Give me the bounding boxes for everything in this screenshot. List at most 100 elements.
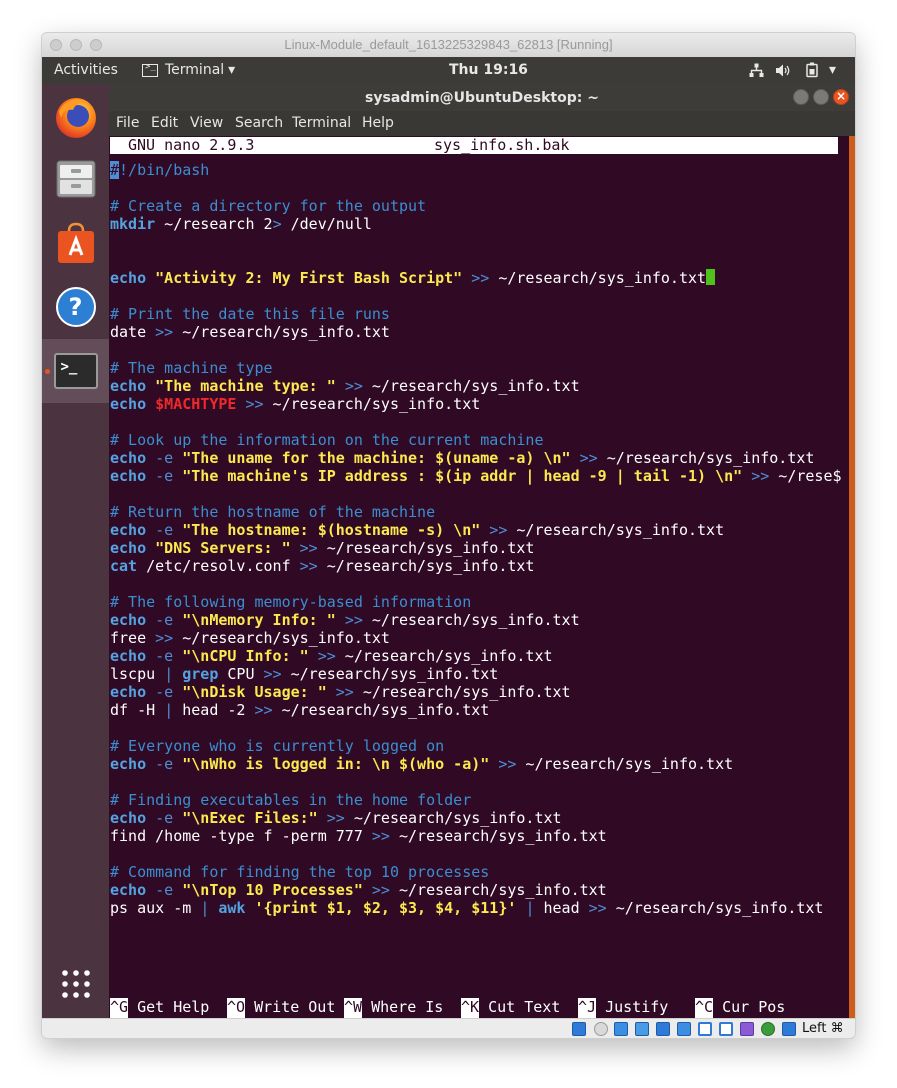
- code-line: mkdir ~/research 2> /dev/null: [110, 215, 372, 233]
- code-line: echo "The machine type: " >> ~/research/…: [110, 377, 580, 395]
- code-token: ~/research 2: [155, 215, 273, 233]
- code-token: echo: [110, 809, 147, 827]
- system-menu-icon[interactable]: [805, 62, 820, 78]
- terminal-content[interactable]: GNU nano 2.9.3 sys_info.sh.bak #!/bin/ba…: [109, 136, 855, 1018]
- network-adapter-icon[interactable]: [635, 1022, 649, 1036]
- code-token: # Look up the information on the current…: [110, 431, 544, 449]
- code-token: "\nCPU Info: ": [182, 647, 309, 665]
- code-token: >>: [326, 809, 345, 827]
- code-line: # Create a directory for the output: [110, 197, 426, 215]
- show-applications-button[interactable]: [42, 952, 109, 1016]
- menu-edit[interactable]: Edit: [151, 115, 178, 131]
- code-token: -e: [155, 647, 174, 665]
- shared-folders-icon[interactable]: [677, 1022, 691, 1036]
- code-token: ~/research/sys_info.txt: [335, 647, 553, 665]
- code-line: cat /etc/resolv.conf >> ~/research/sys_i…: [110, 557, 534, 575]
- terminal-titlebar[interactable]: sysadmin@UbuntuDesktop: ~ ×: [109, 84, 855, 111]
- code-token: "\nDisk Usage: ": [182, 683, 327, 701]
- dock-item-software[interactable]: [42, 211, 109, 275]
- dock-item-help[interactable]: ?: [42, 275, 109, 339]
- code-token: echo: [110, 539, 147, 557]
- code-token: echo: [110, 521, 147, 539]
- code-token: echo: [110, 377, 147, 395]
- code-token: -e: [155, 467, 174, 485]
- menu-file[interactable]: File: [116, 115, 139, 131]
- code-token: >>: [371, 881, 390, 899]
- minimize-icon[interactable]: [793, 89, 809, 105]
- chevron-down-icon[interactable]: ▾: [829, 62, 836, 78]
- clock[interactable]: Thu 19:16: [449, 62, 528, 78]
- maximize-icon[interactable]: [813, 89, 829, 105]
- code-token: -e: [155, 449, 174, 467]
- app-menu[interactable]: >_ Terminal ▾: [142, 62, 235, 78]
- volume-icon[interactable]: [775, 63, 792, 78]
- code-token: |: [164, 701, 174, 719]
- code-token: >>: [498, 755, 517, 773]
- code-token: ~/research/sys_info.txt: [389, 827, 607, 845]
- terminal-title: sysadmin@UbuntuDesktop: ~: [365, 90, 599, 106]
- virtualization-icon[interactable]: [740, 1022, 754, 1036]
- terminal-scrollbar[interactable]: [849, 136, 855, 1018]
- virtualbox-window: Linux-Module_default_1613225329843_62813…: [42, 33, 855, 1038]
- code-token: ~/research/sys_info.txt: [389, 881, 607, 899]
- hard-disk-icon[interactable]: [572, 1022, 586, 1036]
- menu-help[interactable]: Help: [362, 115, 394, 131]
- software-icon: [57, 222, 94, 263]
- menu-search[interactable]: Search: [235, 115, 283, 131]
- dock-item-terminal[interactable]: >_: [42, 339, 109, 403]
- code-token: "\nTop 10 Processes": [182, 881, 363, 899]
- virtualbox-statusbar: Left ⌘: [42, 1018, 855, 1038]
- code-token: head: [534, 899, 589, 917]
- network-icon[interactable]: [749, 63, 764, 78]
- code-line: echo -e "The machine's IP address : $(ip…: [110, 467, 842, 485]
- code-token: |: [200, 899, 210, 917]
- code-token: -e: [155, 881, 174, 899]
- optical-drive-icon[interactable]: [594, 1022, 608, 1036]
- code-line: echo -e "\nMemory Info: " >> ~/research/…: [110, 611, 580, 629]
- help-glyph: ?: [68, 293, 83, 321]
- mouse-integration-icon[interactable]: [782, 1022, 796, 1036]
- code-token: # Everyone who is currently logged on: [110, 737, 445, 755]
- code-line: echo $MACHTYPE >> ~/research/sys_info.tx…: [110, 395, 480, 413]
- code-line: echo "Activity 2: My First Bash Script" …: [110, 269, 716, 287]
- code-token: ~/research/sys_info.txt: [362, 377, 580, 395]
- menu-view[interactable]: View: [190, 115, 223, 131]
- shortcut-key: ^J: [578, 998, 597, 1016]
- code-line: echo -e "\nTop 10 Processes" >> ~/resear…: [110, 881, 607, 899]
- activities-button[interactable]: Activities: [54, 62, 118, 78]
- code-token: "Activity 2: My First Bash Script": [155, 269, 463, 287]
- code-token: # The machine type: [110, 359, 273, 377]
- text-cursor: [706, 269, 716, 285]
- code-token: >>: [489, 521, 508, 539]
- code-line: echo -e "\nDisk Usage: " >> ~/research/s…: [110, 683, 571, 701]
- display-icon[interactable]: [698, 1022, 712, 1036]
- code-token: cat: [110, 557, 138, 575]
- code-token: echo: [110, 467, 147, 485]
- dock-item-files[interactable]: [42, 147, 109, 211]
- menu-terminal[interactable]: Terminal: [292, 115, 351, 131]
- dock-item-firefox[interactable]: [42, 85, 109, 149]
- code-token: ps aux -m: [110, 899, 201, 917]
- audio-icon[interactable]: [614, 1022, 628, 1036]
- usb-icon[interactable]: [656, 1022, 670, 1036]
- close-icon[interactable]: ×: [833, 89, 849, 105]
- recording-icon[interactable]: [719, 1022, 733, 1036]
- code-token: >>: [579, 449, 598, 467]
- code-token: # Return the hostname of the machine: [110, 503, 436, 521]
- code-line: lscpu | grep CPU >> ~/research/sys_info.…: [110, 665, 498, 683]
- mac-titlebar[interactable]: Linux-Module_default_1613225329843_62813…: [42, 33, 855, 58]
- guest-additions-icon[interactable]: [761, 1022, 775, 1036]
